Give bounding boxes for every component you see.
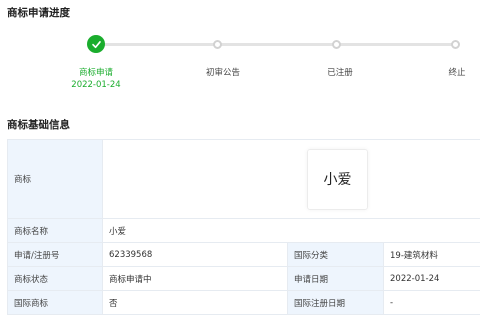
logo-row: 商标 小爱 — [7, 139, 480, 219]
step-3-circle-dot-icon — [332, 40, 341, 49]
intl-class-value: 19-建筑材料 — [382, 242, 480, 267]
name-value: 小爱 — [101, 218, 480, 243]
trademark-logo: 小爱 — [307, 148, 368, 210]
apply-date-label: 申请日期 — [287, 266, 384, 291]
check-icon — [87, 35, 105, 53]
step-4-circle-dot-icon — [451, 40, 460, 49]
table-row: 商标状态 商标申请中 申请日期 2022-01-24 — [7, 266, 480, 291]
basic-info-section-title: 商标基础信息 — [7, 119, 70, 131]
progress-track-2 — [218, 43, 337, 46]
intl-reg-date-label: 国际注册日期 — [287, 290, 384, 315]
progress-track-1 — [96, 43, 218, 46]
intl-class-label: 国际分类 — [287, 242, 384, 267]
intl-mark-value: 否 — [102, 290, 288, 315]
step-label-terminated: 终止 — [448, 68, 466, 78]
status-label: 商标状态 — [7, 266, 103, 291]
reg-number-label: 申请/注册号 — [7, 242, 103, 267]
logo-label: 商标 — [7, 139, 103, 219]
apply-date-value: 2022-01-24 — [382, 266, 480, 291]
intl-reg-date-value: - — [382, 290, 480, 315]
step-label-registered: 已注册 — [327, 68, 353, 78]
logo-cell: 小爱 — [101, 139, 480, 219]
table-row: 国际商标 否 国际注册日期 - — [7, 290, 480, 315]
progress-stepper: 商标申请 2022-01-24 初审公告 已注册 终止 — [0, 34, 480, 94]
name-label: 商标名称 — [7, 218, 103, 243]
basic-info-table: 商标 小爱 商标名称 小爱 申请/注册号 62339568 国际分类 19-建筑… — [7, 139, 480, 315]
step-label-preliminary: 初审公告 — [205, 68, 241, 78]
status-value: 商标申请中 — [102, 266, 288, 291]
intl-mark-label: 国际商标 — [7, 290, 103, 315]
step-date-application: 2022-01-24 — [71, 80, 121, 90]
step-2-circle-dot-icon — [213, 40, 222, 49]
progress-track-3 — [337, 43, 456, 46]
reg-number-value: 62339568 — [102, 242, 288, 267]
trademark-logo-text: 小爱 — [323, 172, 352, 188]
table-row: 商标名称 小爱 — [7, 218, 480, 243]
table-row: 申请/注册号 62339568 国际分类 19-建筑材料 — [7, 242, 480, 267]
step-label-application: 商标申请 — [78, 68, 114, 78]
progress-section-title: 商标申请进度 — [7, 7, 70, 19]
